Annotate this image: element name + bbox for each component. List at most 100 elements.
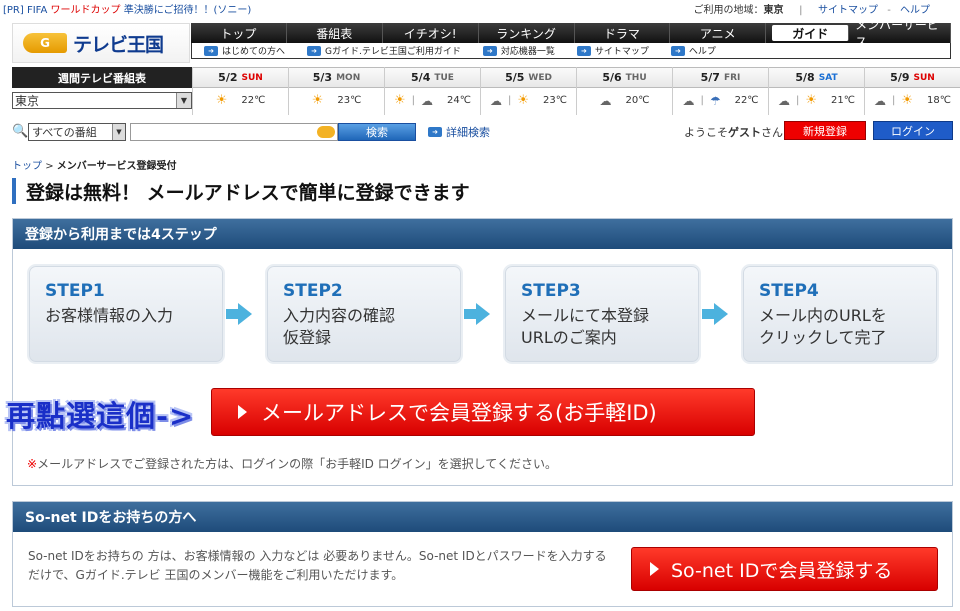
mail-register-button[interactable]: メールアドレスで会員登録する(お手軽ID): [211, 388, 755, 436]
subnav-devices[interactable]: ➜ 対応機器一覧: [482, 44, 555, 57]
day-date: 5/5: [505, 71, 525, 84]
schedule-day[interactable]: 5/4 TUE ☀ | ☁ 24℃: [384, 67, 480, 115]
sun-icon: ☀: [517, 93, 530, 108]
day-date: 5/9: [890, 71, 910, 84]
arrow-right-icon: ➜: [307, 45, 322, 56]
schedule-days: 5/2 SUN ☀ 22℃ 5/3 MON ☀ 23℃ 5/4 TUE ☀ | ☁ 24℃ 5/5 WED ☁ |…: [192, 67, 960, 115]
chevron-down-icon: ▼: [112, 124, 125, 140]
day-temperature: 22℃: [734, 95, 759, 106]
day-date: 5/7: [700, 71, 720, 84]
mail-register-note: ※メールアドレスでご登録された方は、ログインの際「お手軽ID ログイン」を選択し…: [27, 457, 557, 471]
site-logo[interactable]: G テレビ王国: [12, 23, 190, 63]
sonet-description: So-net IDをお持ちの 方は、お客様情報の 入力などは 必要ありません。S…: [28, 549, 607, 582]
cloud-icon: ☁: [490, 93, 502, 108]
schedule-day[interactable]: 5/9 SUN ☁ | ☀ 18℃: [864, 67, 960, 115]
promo-link[interactable]: [PR] FIFA ワールドカップ 準決勝にご招待！！(ソニー): [3, 1, 251, 16]
step-arrow-icon: [701, 303, 741, 325]
nav-top[interactable]: トップ: [191, 23, 287, 43]
cloud-icon: ☁: [599, 93, 612, 108]
day-temperature: 23℃: [543, 95, 567, 106]
day-date: 5/3: [312, 71, 333, 84]
sun-icon: ☀: [901, 93, 914, 108]
steps-list: STEP1 お客様情報の入力 STEP2 入力内容の確認 仮登録 STEP3 メー…: [27, 264, 939, 364]
step-arrow-icon: [463, 303, 503, 325]
day-temperature: 23℃: [337, 95, 362, 106]
location-value: 東京: [763, 5, 784, 16]
schedule-day[interactable]: 5/6 THU ☁ 20℃: [576, 67, 672, 115]
schedule-day[interactable]: 5/3 MON ☀ 23℃: [288, 67, 384, 115]
login-button[interactable]: ログイン: [873, 121, 953, 140]
day-date: 5/2: [218, 71, 238, 84]
day-weekday: SUN: [241, 72, 263, 83]
sitemap-link[interactable]: サイトマップ: [818, 5, 878, 16]
schedule-day[interactable]: 5/5 WED ☁ | ☀ 23℃: [480, 67, 576, 115]
search-scope-select[interactable]: すべての番組 ▼: [28, 123, 126, 141]
day-weekday: THU: [625, 72, 647, 83]
step-2: STEP2 入力内容の確認 仮登録: [265, 264, 463, 364]
cloud-icon: ☁: [421, 93, 434, 108]
link-separator: -: [887, 5, 891, 16]
nav-ranking[interactable]: ランキング: [479, 23, 575, 43]
nav-guide[interactable]: ガイド: [772, 25, 850, 41]
sun-icon: ☀: [394, 93, 406, 108]
g-logo-icon: [317, 126, 335, 138]
nav-drama[interactable]: ドラマ: [575, 23, 671, 43]
advanced-search-link[interactable]: ➜ 詳細検索: [428, 124, 490, 140]
day-temperature: 22℃: [241, 95, 266, 106]
schedule-day[interactable]: 5/2 SUN ☀ 22℃: [192, 67, 288, 115]
location-label: ご利用の地域：: [693, 5, 764, 16]
arrow-right-icon: ➜: [428, 127, 442, 137]
day-weekday: SAT: [818, 72, 838, 83]
day-temperature: 21℃: [831, 95, 855, 106]
weekly-schedule-title[interactable]: 週間テレビ番組表: [12, 67, 192, 88]
schedule-day[interactable]: 5/8 SAT ☁ | ☀ 21℃: [768, 67, 864, 115]
day-temperature: 18℃: [927, 95, 951, 106]
sun-icon: ☀: [311, 93, 324, 108]
welcome-text: ようこそゲストさん: [684, 126, 783, 139]
step-3: STEP3 メールにて本登録 URLのご案内: [503, 264, 701, 364]
day-weekday: MON: [336, 72, 361, 83]
subnav-help[interactable]: ➜ ヘルプ: [670, 44, 716, 57]
nav-anime[interactable]: アニメ: [670, 23, 767, 43]
sun-icon: ☀: [215, 93, 228, 108]
day-weekday: TUE: [434, 72, 454, 83]
step-4: STEP4 メール内のURLを クリックして完了: [741, 264, 939, 364]
search-button[interactable]: 検索: [338, 123, 416, 141]
subnav-beginners[interactable]: ➜ はじめての方へ: [204, 44, 285, 57]
arrow-right-icon: ➜: [576, 45, 591, 56]
schedule-day[interactable]: 5/7 FRI ☁ | ☂ 22℃: [672, 67, 768, 115]
help-link[interactable]: ヘルプ: [900, 5, 930, 16]
steps-panel: 登録から利用までは4ステップ STEP1 お客様情報の入力 STEP2 入力内容…: [12, 218, 953, 486]
region-select[interactable]: 東京 ▼: [12, 92, 192, 109]
cloud-icon: ☁: [778, 93, 790, 108]
site-header: G テレビ王国 トップ 番組表 イチオシ! ランキング ドラマ アニメ ガイド …: [0, 16, 960, 63]
breadcrumb: トップ > メンバーサービス登録受付: [12, 161, 177, 172]
breadcrumb-current: メンバーサービス登録受付: [56, 161, 177, 172]
day-weekday: FRI: [723, 72, 741, 83]
main-nav: トップ 番組表 イチオシ! ランキング ドラマ アニメ ガイド メンバーサービス: [191, 18, 952, 49]
nav-member-service[interactable]: メンバーサービス: [855, 18, 952, 49]
top-right-links: ご利用の地域：東京 | サイトマップ - ヘルプ: [693, 5, 930, 16]
nav-program-guide[interactable]: 番組表: [287, 23, 383, 43]
chevron-down-icon: ▼: [176, 93, 191, 108]
cloud-icon: ☁: [682, 93, 695, 108]
logo-text: テレビ王国: [73, 33, 164, 56]
day-weekday: SUN: [913, 72, 935, 83]
promo-text: FIFA: [26, 4, 48, 16]
umbrella-icon: ☂: [709, 93, 721, 108]
sonet-register-button[interactable]: So-net IDで会員登録する: [631, 547, 938, 591]
steps-panel-heading: 登録から利用までは4ステップ: [13, 219, 952, 249]
subnav-usage-guide[interactable]: ➜ Gガイド.テレビ王国ご利用ガイド: [307, 44, 461, 57]
day-temperature: 24℃: [447, 95, 471, 106]
sun-icon: ☀: [805, 93, 818, 108]
sonet-panel: So-net IDをお持ちの方へ So-net IDをお持ちの 方は、お客様情報…: [12, 501, 953, 607]
promo-text-2: 準決勝にご招待！！(ソニー): [123, 4, 252, 16]
step-arrow-icon: [225, 303, 265, 325]
nav-recommended[interactable]: イチオシ!: [383, 23, 479, 43]
search-input[interactable]: [130, 123, 338, 141]
promo-highlight: ワールドカップ: [50, 4, 121, 16]
register-button[interactable]: 新規登録: [784, 121, 866, 140]
subnav-sitemap[interactable]: ➜ サイトマップ: [576, 44, 649, 57]
day-weekday: WED: [528, 72, 552, 83]
breadcrumb-top[interactable]: トップ: [12, 161, 42, 172]
